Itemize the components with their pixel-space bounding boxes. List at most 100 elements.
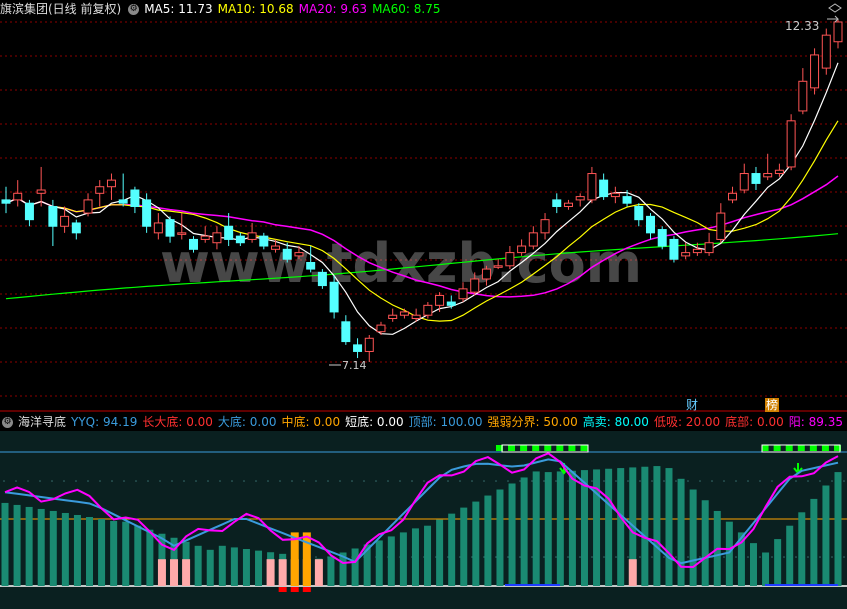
candle-body xyxy=(294,252,304,257)
dot-grid xyxy=(831,480,833,482)
dot-grid xyxy=(627,556,629,558)
dot-grid xyxy=(735,480,737,482)
indicator-legend-item-9: 底部: 0.00 xyxy=(725,415,784,429)
indicator-bar xyxy=(206,549,214,586)
dot-grid xyxy=(579,556,581,558)
long-bottom-marker xyxy=(290,587,299,592)
indicator-bar xyxy=(25,506,33,586)
candle-body xyxy=(739,173,749,191)
indicator-bar xyxy=(1,502,9,586)
candle-body xyxy=(575,196,585,201)
dot-grid xyxy=(15,480,17,482)
dot-grid xyxy=(819,480,821,482)
indicator-bar xyxy=(749,543,757,586)
candle-body xyxy=(341,321,351,343)
signal-block xyxy=(544,445,552,451)
dot-grid xyxy=(507,480,509,482)
signal-block xyxy=(797,445,805,451)
candle-body xyxy=(60,215,70,227)
indicator-bar xyxy=(580,470,588,586)
finance-badge[interactable]: 财 xyxy=(686,398,698,412)
dot-grid xyxy=(639,480,641,482)
candle-body xyxy=(71,222,81,234)
dot-grid xyxy=(747,480,749,482)
dot-grid xyxy=(147,480,149,482)
indicator-bar xyxy=(61,512,69,586)
candle-body xyxy=(130,189,140,207)
indicator-header: ⚙ 海洋寻底 YYQ: 94.19 长大底: 0.00 大底: 0.00 中底: 0.00… xyxy=(0,413,847,431)
candle-body xyxy=(657,229,667,247)
dot-grid xyxy=(675,480,677,482)
dot-grid xyxy=(543,556,545,558)
candle-body xyxy=(763,173,773,178)
candle-body xyxy=(329,281,339,313)
settings-icon[interactable]: ⚙ xyxy=(2,417,13,428)
dot-grid xyxy=(831,556,833,558)
indicator-bar xyxy=(436,519,444,586)
indicator-legend: YYQ: 94.19 长大底: 0.00 大底: 0.00 中底: 0.00 短底: 0… xyxy=(71,415,847,429)
candle-body xyxy=(24,202,34,221)
dot-grid xyxy=(99,480,101,482)
dot-grid xyxy=(183,480,185,482)
candle-body xyxy=(552,199,562,207)
indicator-bar xyxy=(605,468,613,586)
indicator-bar xyxy=(13,504,21,586)
dot-grid xyxy=(615,556,617,558)
dot-grid xyxy=(27,480,29,482)
dot-grid xyxy=(3,480,5,482)
candlestick-chart[interactable]: www.tdxzb.com 12.33 7.14 xyxy=(0,0,847,413)
dot-grid xyxy=(711,480,713,482)
candle-body xyxy=(833,21,843,43)
indicator-bar xyxy=(689,489,697,586)
signal-block xyxy=(785,445,793,451)
dot-grid xyxy=(75,480,77,482)
dot-grid xyxy=(543,480,545,482)
ranking-badge[interactable]: 榜 xyxy=(765,398,780,412)
expand-icon xyxy=(828,3,842,13)
candle-body xyxy=(810,54,820,89)
indicator-bar xyxy=(786,525,794,586)
dot-grid xyxy=(39,480,41,482)
candle-body xyxy=(188,238,198,250)
dot-grid xyxy=(615,480,617,482)
dot-grid xyxy=(63,480,65,482)
low-buy-bar xyxy=(170,559,179,586)
dot-grid xyxy=(723,480,725,482)
candle-body xyxy=(704,242,714,254)
dot-grid xyxy=(807,480,809,482)
candle-body xyxy=(153,222,163,234)
candle-body xyxy=(563,202,573,207)
dot-grid xyxy=(603,480,605,482)
candle-body xyxy=(224,225,234,240)
low-price-label: 7.14 xyxy=(342,359,367,372)
indicator-bar xyxy=(520,477,528,586)
indicator-bar xyxy=(194,545,202,586)
candle-body xyxy=(353,344,363,352)
candle-body xyxy=(646,215,656,234)
dot-grid xyxy=(567,556,569,558)
dot-grid xyxy=(555,480,557,482)
indicator-name[interactable]: 海洋寻底 xyxy=(18,415,66,429)
candle-body xyxy=(13,192,23,201)
dot-grid xyxy=(327,480,329,482)
dot-grid xyxy=(411,480,413,482)
dot-grid xyxy=(771,480,773,482)
candle-body xyxy=(774,169,784,175)
candle-body xyxy=(470,278,480,293)
indicator-bar xyxy=(556,471,564,586)
dot-grid xyxy=(843,556,845,558)
dot-grid xyxy=(771,556,773,558)
candle-body xyxy=(634,205,644,221)
candle-body xyxy=(376,324,386,333)
indicator-chart[interactable] xyxy=(0,431,847,609)
indicator-legend-item-5: 顶部: 100.00 xyxy=(408,415,483,429)
signal-block xyxy=(809,445,817,451)
candle-body xyxy=(247,232,257,240)
dot-grid xyxy=(651,480,653,482)
candle-body xyxy=(259,235,269,247)
candle-body xyxy=(306,261,316,270)
candle-body xyxy=(271,245,281,250)
candle-body xyxy=(786,120,796,168)
candle-body xyxy=(517,245,527,254)
candle-body xyxy=(798,80,808,112)
